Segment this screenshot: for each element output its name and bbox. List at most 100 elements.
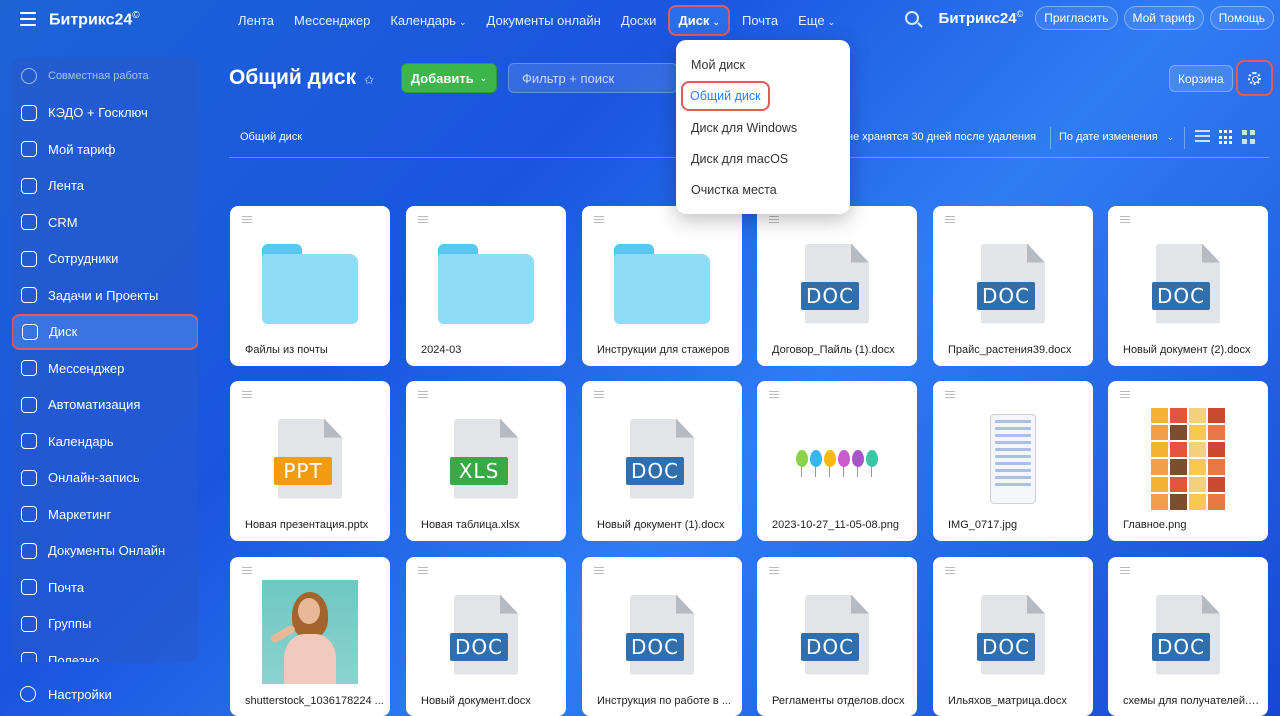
top-nav-item[interactable]: Диск ⌄ [668,4,730,36]
file-card[interactable]: PPT Новая презентация.pptx [230,381,390,541]
drag-handle-icon[interactable] [1120,216,1130,225]
file-card[interactable]: IMG_0717.jpg [933,381,1093,541]
sidebar-item-label: Лента [48,178,84,194]
sidebar-settings[interactable]: Настройки [20,686,112,702]
file-card[interactable]: DOC Регламенты отделов.docx [757,557,917,716]
image-thumbnail [230,579,390,685]
top-nav-item[interactable]: Доски [611,13,667,28]
drag-handle-icon[interactable] [945,567,955,576]
dropdown-item[interactable]: Очистка места [691,183,777,197]
sidebar-item-icon [21,396,37,413]
drag-handle-icon[interactable] [945,216,955,225]
sidebar-item[interactable]: Совместная работа [12,58,198,95]
drag-handle-icon[interactable] [594,567,604,576]
drag-handle-icon[interactable] [418,391,428,400]
add-button[interactable]: Добавить ⌄ [401,63,497,93]
top-nav-item[interactable]: Почта [732,13,788,28]
top-nav-item[interactable]: Документы онлайн [477,13,611,28]
dropdown-item[interactable]: Общий диск [681,81,770,111]
sidebar-item[interactable]: Полезно [12,642,198,662]
top-nav-item[interactable]: Лента [228,13,284,28]
trash-button[interactable]: Корзина [1169,65,1233,92]
file-name: Главное.png [1123,519,1187,531]
sidebar-item[interactable]: КЭДО + Госключ [12,95,198,132]
drag-handle-icon[interactable] [594,391,604,400]
sidebar-item[interactable]: Лента [12,168,198,205]
sidebar-item[interactable]: Мессенджер [12,350,198,387]
sidebar-item-icon [21,469,37,486]
top-nav-item[interactable]: Еще ⌄ [788,13,845,28]
file-card[interactable]: 2023-10-27_11-05-08.png [757,381,917,541]
sidebar-item[interactable]: Задачи и Проекты [12,277,198,314]
file-card[interactable]: DOC схемы для получателей.d... [1108,557,1268,716]
sidebar-item[interactable]: Группы [12,606,198,643]
my-plan-button[interactable]: Мой тариф [1123,6,1204,30]
divider [1184,127,1185,149]
top-nav-label: Доски [620,12,657,28]
sidebar-item[interactable]: Документы Онлайн [12,533,198,570]
pin-icon[interactable]: ✩ [364,73,374,87]
grid-view-icon[interactable] [1219,130,1234,145]
tile-view-icon[interactable] [1242,130,1256,144]
image-thumbnail [757,411,917,506]
file-card[interactable]: Инструкции для стажеров [582,206,742,366]
drag-handle-icon[interactable] [418,216,428,225]
sidebar-item-label: Автоматизация [48,397,141,413]
list-view-icon[interactable] [1195,130,1210,143]
drag-handle-icon[interactable] [769,391,779,400]
gear-icon [1248,71,1261,85]
file-name: 2024-03 [421,344,462,356]
search-icon[interactable] [904,11,919,25]
brand-logo[interactable]: Битрикс24© [49,10,140,29]
file-card[interactable]: DOC Ильяхов_матрица.docx [933,557,1093,716]
sidebar-item[interactable]: Диск [12,313,198,350]
drag-handle-icon[interactable] [418,567,428,576]
image-thumbnail [1108,407,1268,510]
file-card[interactable]: 2024-03 [406,206,566,366]
sidebar-item[interactable]: Мой тариф [12,131,198,168]
drag-handle-icon[interactable] [242,391,252,400]
menu-icon[interactable] [20,12,36,26]
sidebar-item[interactable]: Онлайн-запись [12,460,198,497]
file-card[interactable]: shutterstock_1036178224 ... [230,557,390,716]
invite-button[interactable]: Пригласить [1035,6,1118,30]
top-nav-item[interactable]: Мессенджер [284,13,380,28]
help-button[interactable]: Помощь [1209,6,1274,30]
dropdown-item[interactable]: Мой диск [691,58,745,72]
file-name: Новый документ (2).docx [1123,344,1251,356]
file-card[interactable]: DOC Новый документ (2).docx [1108,206,1268,366]
sidebar-item[interactable]: Сотрудники [12,241,198,278]
sidebar-item[interactable]: Автоматизация [12,387,198,424]
settings-gear-button[interactable] [1236,60,1273,96]
file-card[interactable]: DOC Инструкция по работе в ... [582,557,742,716]
sidebar-item[interactable]: Календарь [12,423,198,460]
file-card[interactable]: DOC Прайс_растения39.docx [933,206,1093,366]
drag-handle-icon[interactable] [1120,391,1130,400]
sidebar-item[interactable]: CRM [12,204,198,241]
drag-handle-icon[interactable] [594,216,604,225]
drag-handle-icon[interactable] [1120,567,1130,576]
top-nav-label: Календарь [390,12,456,28]
sidebar-item[interactable]: Почта [12,569,198,606]
dropdown-item[interactable]: Диск для macOS [691,152,788,166]
drag-handle-icon[interactable] [769,567,779,576]
file-name: IMG_0717.jpg [948,519,1018,531]
file-card[interactable]: XLS Новая таблица.xlsx [406,381,566,541]
sidebar-item-icon [21,68,37,85]
filter-search-input[interactable]: Фильтр + поиск [508,63,678,93]
file-card[interactable]: DOC Новый документ.docx [406,557,566,716]
file-card[interactable]: DOC Договор_Пайль (1).docx [757,206,917,366]
sort-select[interactable]: По дате изменения ⌄ [1059,131,1174,143]
sidebar-item[interactable]: Маркетинг [12,496,198,533]
file-card[interactable]: DOC Новый документ (1).docx [582,381,742,541]
drag-handle-icon[interactable] [769,216,779,225]
drag-handle-icon[interactable] [242,216,252,225]
drag-handle-icon[interactable] [945,391,955,400]
top-nav-item[interactable]: Календарь ⌄ [380,13,476,28]
file-card[interactable]: Главное.png [1108,381,1268,541]
dropdown-item[interactable]: Диск для Windows [691,121,797,135]
drag-handle-icon[interactable] [242,567,252,576]
sidebar-item-icon [21,287,37,304]
file-card[interactable]: Файлы из почты [230,206,390,366]
breadcrumb[interactable]: Общий диск [240,131,302,143]
